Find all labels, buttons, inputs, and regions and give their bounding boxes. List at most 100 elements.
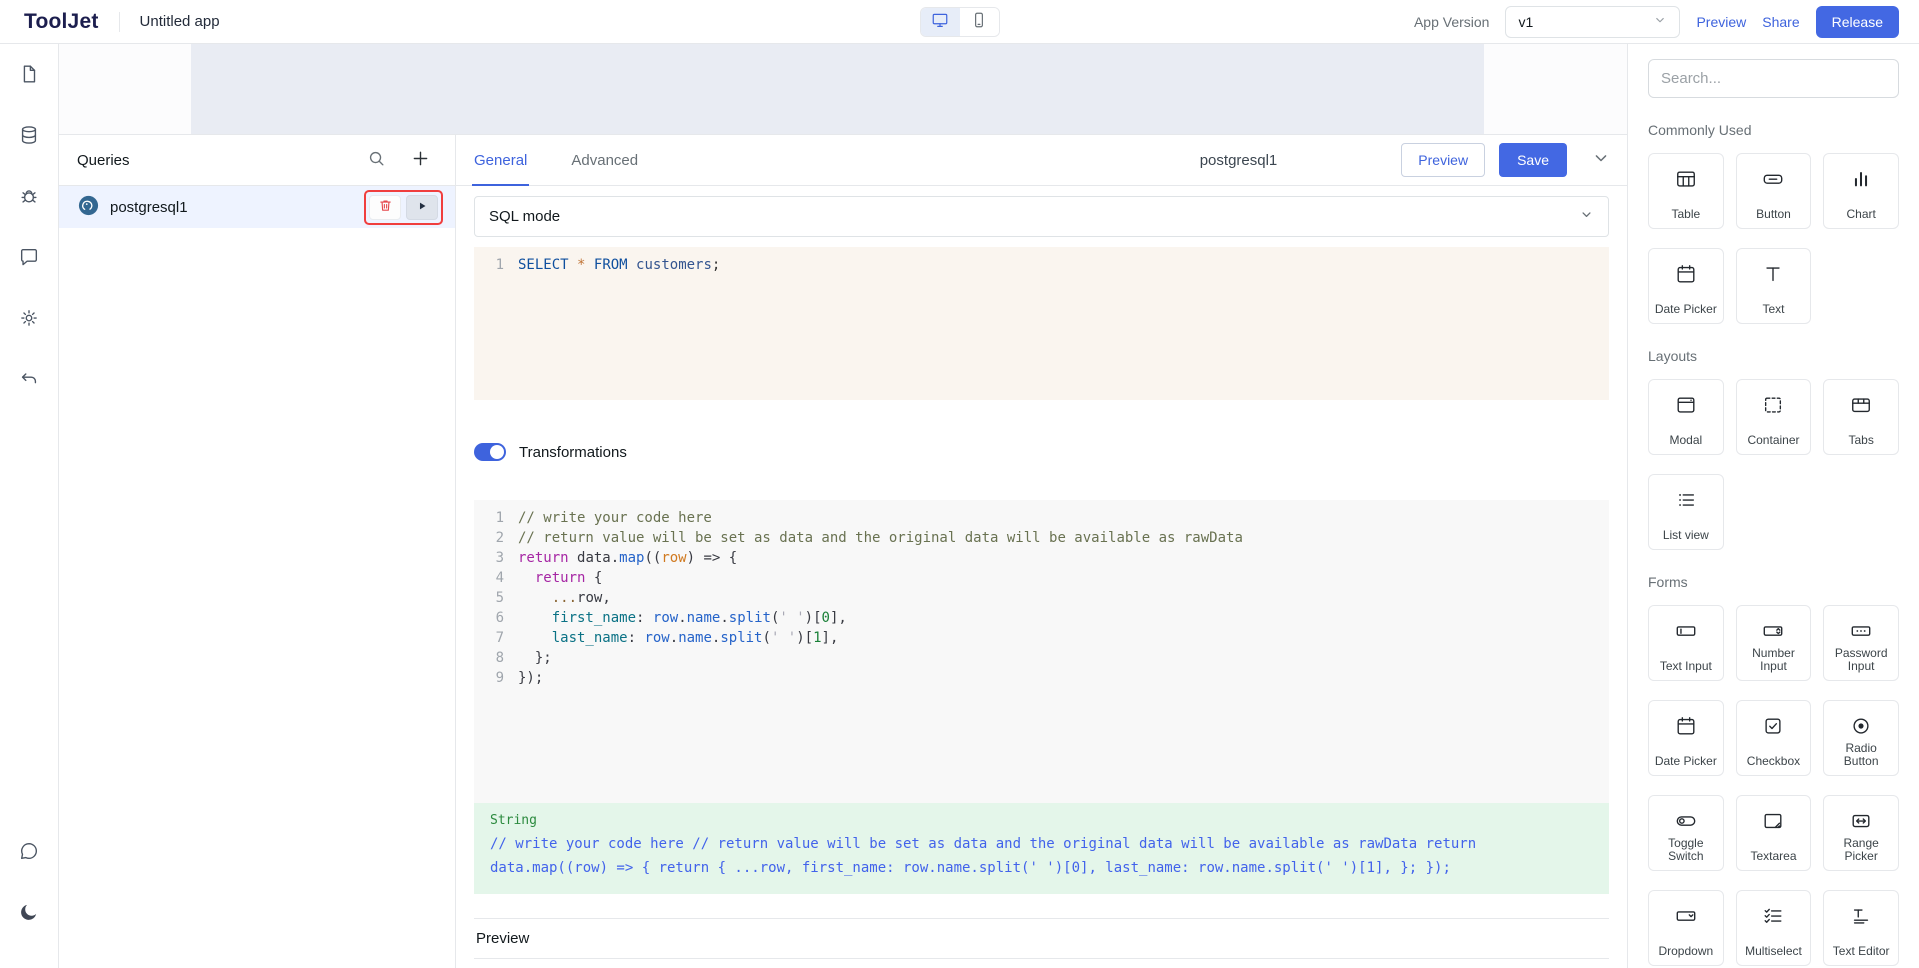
widget-search-input[interactable] — [1648, 59, 1899, 98]
pages-icon — [18, 63, 40, 88]
widget-card-radio-button[interactable]: Radio Button — [1823, 700, 1899, 776]
widget-card-checkbox[interactable]: Checkbox — [1736, 700, 1812, 776]
widget-card-textarea[interactable]: Textarea — [1736, 795, 1812, 871]
widget-section-title: Commonly Used — [1648, 122, 1899, 138]
widget-card-multiselect[interactable]: Multiselect — [1736, 890, 1812, 966]
transformation-result: String // write your code here // return… — [474, 803, 1609, 894]
version-select[interactable]: v1 — [1505, 6, 1680, 38]
add-query-button[interactable] — [410, 148, 431, 172]
sidebar-item-datasources[interactable] — [12, 119, 46, 153]
app-title[interactable]: Untitled app — [140, 13, 220, 30]
sidebar-item-debugger[interactable] — [12, 180, 46, 214]
chevron-down-icon — [1591, 148, 1611, 172]
widget-card-chart[interactable]: Chart — [1823, 153, 1899, 229]
widget-label: Date Picker — [1652, 755, 1720, 768]
code-line: 8 }; — [484, 648, 1599, 668]
multiselect-icon — [1762, 903, 1784, 929]
run-query-button[interactable] — [406, 195, 438, 220]
query-list-item[interactable]: postgresql1 — [59, 186, 455, 228]
widget-card-range-picker[interactable]: Range Picker — [1823, 795, 1899, 871]
widget-section-title: Layouts — [1648, 348, 1899, 364]
widget-card-number-input[interactable]: Number Input — [1736, 605, 1812, 681]
result-value: // write your code here // return value … — [490, 832, 1593, 880]
textarea-icon — [1762, 808, 1784, 834]
container-icon — [1762, 392, 1784, 418]
collapse-editor-button[interactable] — [1591, 148, 1611, 172]
widget-label: Multiselect — [1742, 945, 1805, 958]
widget-section-title: Forms — [1648, 574, 1899, 590]
text-input-icon — [1675, 618, 1697, 644]
sidebar-item-pages[interactable] — [12, 58, 46, 92]
toggle-icon — [1675, 808, 1697, 834]
sql-code-editor[interactable]: 1SELECT * FROM customers; — [474, 247, 1609, 400]
text-editor-icon — [1850, 903, 1872, 929]
query-preview-button[interactable]: Preview — [1401, 143, 1485, 177]
plus-icon — [410, 148, 431, 172]
widget-card-list-view[interactable]: List view — [1648, 474, 1724, 550]
help-chat-button[interactable] — [12, 835, 46, 869]
left-sidebar — [0, 44, 59, 968]
widget-card-tabs[interactable]: Tabs — [1823, 379, 1899, 455]
tab-advanced[interactable]: Advanced — [569, 135, 640, 185]
transformations-toggle[interactable] — [474, 443, 506, 461]
version-value: v1 — [1518, 14, 1533, 30]
search-icon — [367, 149, 386, 171]
widget-card-toggle-switch[interactable]: Toggle Switch — [1648, 795, 1724, 871]
query-editor: General Advanced postgresql1 Preview Sav… — [456, 135, 1627, 968]
sidebar-item-comments[interactable] — [12, 241, 46, 275]
release-button[interactable]: Release — [1816, 6, 1899, 38]
code-line: 9}); — [484, 668, 1599, 688]
comment-icon — [18, 246, 40, 271]
dark-mode-toggle[interactable] — [12, 896, 46, 930]
postgresql-icon — [77, 194, 100, 221]
desktop-toggle-button[interactable] — [921, 8, 960, 36]
query-save-button[interactable]: Save — [1499, 143, 1567, 177]
calendar-icon — [1675, 713, 1697, 739]
widget-card-password-input[interactable]: Password Input — [1823, 605, 1899, 681]
widget-label: List view — [1660, 529, 1712, 542]
widget-card-button[interactable]: Button — [1736, 153, 1812, 229]
transformation-code-editor[interactable]: 1// write your code here2// return value… — [474, 500, 1609, 803]
sidebar-item-undo[interactable] — [12, 363, 46, 397]
widget-label: Text Editor — [1830, 945, 1893, 958]
widget-label: Checkbox — [1744, 755, 1803, 768]
app-canvas[interactable] — [59, 44, 1627, 135]
widget-card-text[interactable]: Text — [1736, 248, 1812, 324]
delete-query-button[interactable] — [369, 195, 401, 220]
sql-mode-select[interactable]: SQL mode — [474, 196, 1609, 237]
sidebar-item-settings[interactable] — [12, 302, 46, 336]
trash-icon — [378, 198, 393, 216]
widget-label: Toggle Switch — [1649, 837, 1723, 863]
preview-button[interactable]: Preview — [1696, 14, 1746, 30]
widget-card-text-editor[interactable]: Text Editor — [1823, 890, 1899, 966]
widget-card-container[interactable]: Container — [1736, 379, 1812, 455]
chevron-down-icon — [1653, 13, 1667, 30]
code-line: 3return data.map((row) => { — [484, 548, 1599, 568]
code-line: 7 last_name: row.name.split(' ')[1], — [484, 628, 1599, 648]
mobile-toggle-button[interactable] — [960, 8, 999, 36]
desktop-icon — [931, 11, 949, 32]
canvas-area[interactable] — [191, 44, 1484, 134]
widget-label: Date Picker — [1652, 303, 1720, 316]
widget-card-table[interactable]: Table — [1648, 153, 1724, 229]
sql-mode-value: SQL mode — [489, 208, 560, 225]
widget-card-modal[interactable]: Modal — [1648, 379, 1724, 455]
gear-icon — [18, 307, 40, 332]
transformations-label: Transformations — [519, 444, 627, 461]
mobile-icon — [970, 11, 988, 32]
tooljet-logo[interactable]: ToolJet — [24, 10, 99, 34]
widget-label: Radio Button — [1824, 742, 1898, 768]
query-name-label: postgresql1 — [110, 199, 188, 216]
modal-icon — [1675, 392, 1697, 418]
widget-card-dropdown[interactable]: Dropdown — [1648, 890, 1724, 966]
share-button[interactable]: Share — [1762, 14, 1799, 30]
tab-general[interactable]: General — [472, 135, 529, 185]
widget-card-date-picker[interactable]: Date Picker — [1648, 248, 1724, 324]
widget-card-date-picker[interactable]: Date Picker — [1648, 700, 1724, 776]
query-actions-highlight — [364, 190, 443, 225]
query-title: postgresql1 — [1200, 152, 1278, 169]
undo-icon — [18, 368, 40, 393]
search-queries-button[interactable] — [367, 149, 386, 171]
radio-icon — [1850, 713, 1872, 739]
widget-card-text-input[interactable]: Text Input — [1648, 605, 1724, 681]
